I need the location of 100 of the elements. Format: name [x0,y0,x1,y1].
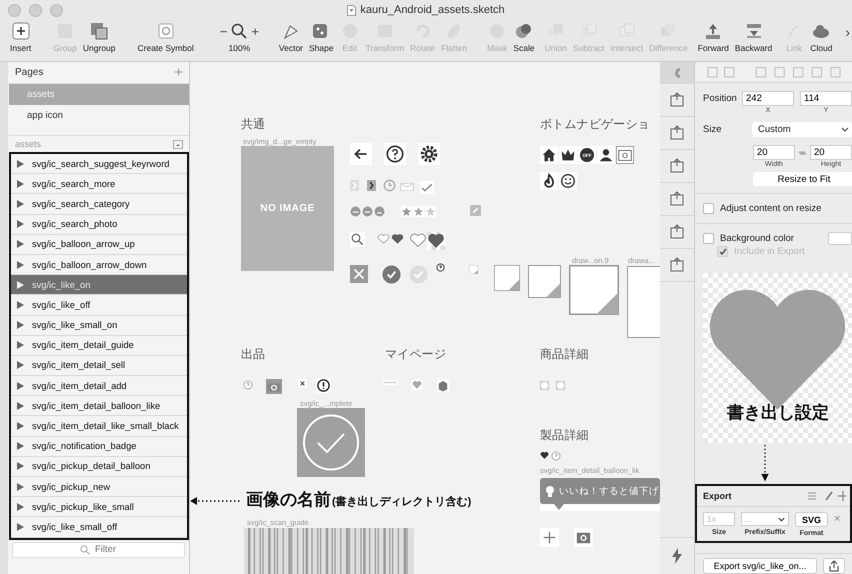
crown-icon [559,146,577,164]
section-heading: 製品詳細 [540,427,589,444]
pages-heading: Pages [15,67,44,78]
layer-name: svg/ic_like_on [32,280,90,290]
zoom-out-button[interactable]: − [220,24,228,38]
disclosure-triangle-icon[interactable] [17,160,24,168]
toolbar-button[interactable]: Vector [278,43,304,53]
layer-item[interactable]: svg/ic_like_small_off [11,517,187,538]
layer-item[interactable]: svg/ic_item_detail_add [11,376,187,396]
x-field[interactable]: 242 [742,91,794,106]
layer-name: svg/ic_pickup_like_small [32,502,134,512]
height-field[interactable]: 20 [810,145,852,160]
heart-icon [412,380,422,390]
export-options-icon[interactable] [806,490,846,502]
color-swatch[interactable] [828,232,852,245]
disclosure-triangle-icon[interactable] [17,382,24,390]
toolbar-button[interactable]: Insert [10,43,32,53]
y-field[interactable]: 114 [800,91,852,106]
layer-item[interactable]: svg/ic_pickup_new [11,477,187,498]
layer-item[interactable]: svg/ic_search_suggest_keyrword [11,154,187,174]
toolbar-button[interactable]: Backward [734,43,772,53]
layer-item[interactable]: svg/ic_balloon_arrow_up [11,234,187,255]
disclosure-triangle-icon[interactable] [17,260,24,269]
disclosure-triangle-icon[interactable] [17,522,24,531]
toolbar-button[interactable]: Cloud [810,43,832,53]
symbol-icon[interactable] [156,22,176,40]
ungroup-icon[interactable] [89,22,110,40]
disclosure-triangle-icon[interactable] [17,482,24,491]
window-title: kauru_Android_assets.sketch [360,4,505,16]
check-icon [420,181,434,194]
width-field[interactable]: 20 [753,145,795,160]
toolbar-button[interactable]: Forward [698,43,729,53]
export-icon[interactable] [669,92,685,108]
layer-item[interactable]: svg/ic_pickup_detail_balloon [11,456,187,477]
document-icon [347,4,356,16]
layer-item[interactable]: svg/ic_item_detail_like_small_black [11,416,187,437]
checkbox-label: Adjust content on resize [720,202,822,214]
layer-item[interactable]: svg/ic_item_detail_guide [11,336,187,356]
disclosure-triangle-icon[interactable] [17,442,24,450]
layer-item[interactable]: svg/ic_item_detail_balloon_like [11,396,187,416]
layer-item[interactable]: svg/ic_search_more [11,174,187,194]
plus-icon[interactable] [10,22,31,40]
cloud-icon[interactable] [811,22,832,40]
help-icon [436,263,445,272]
checkbox[interactable] [703,232,714,244]
camera-icon [616,146,634,164]
artboard [627,266,660,338]
dotted-arrow [760,444,770,482]
position-label: Position [703,92,738,104]
overflow-button[interactable]: › [845,24,850,40]
toolbar-button[interactable]: Scale [513,43,535,53]
zoom-in-button[interactable]: + [251,24,259,38]
disclosure-triangle-icon[interactable] [17,422,24,430]
export-button[interactable]: Export svg/ic_like_on... [703,558,817,574]
disclosure-triangle-icon[interactable] [17,502,24,511]
link-icon[interactable] [799,150,806,156]
scale-field[interactable]: 1x [703,512,735,526]
layer-item[interactable]: svg/ic_like_off [11,295,187,316]
help-icon [384,143,406,165]
camera-icon [266,379,282,394]
toolbar-button[interactable]: Shape [309,43,334,53]
disclosure-triangle-icon[interactable] [17,180,24,188]
disclosure-triangle-icon[interactable] [17,321,24,330]
layer-item[interactable]: svg/ic_notification_badge [11,436,187,457]
star-icon [413,206,424,217]
face-icon [350,206,361,217]
filter-field[interactable]: Filter [12,542,185,558]
layer-item[interactable]: svg/ic_search_category [11,194,187,215]
disclosure-triangle-icon[interactable] [17,280,24,289]
layer-item[interactable]: svg/ic_like_on [11,275,187,296]
toolbar-button[interactable]: Create Symbol [138,43,194,53]
disclosure-triangle-icon[interactable] [17,200,24,208]
layer-item[interactable]: svg/ic_search_photo [11,214,187,235]
layer-item[interactable]: svg/ic_pickup_like_small [11,497,187,518]
disclosure-triangle-icon[interactable] [17,341,24,350]
collapse-icon[interactable] [173,140,183,148]
heart-icon [391,233,404,245]
disclosure-triangle-icon[interactable] [17,220,24,228]
disclosure-triangle-icon[interactable] [17,300,24,309]
format-button[interactable]: SVG [795,512,828,528]
share-button[interactable] [823,558,845,574]
lightbulb-icon [545,485,555,497]
disclosure-triangle-icon[interactable] [17,240,24,248]
disclosure-triangle-icon[interactable] [17,361,24,370]
disclosure-triangle-icon[interactable] [17,402,24,410]
disclosure-triangle-icon[interactable] [17,462,24,470]
search-icon[interactable] [231,23,248,39]
heart-icon [427,232,445,250]
checkbox[interactable] [703,202,714,214]
page-item[interactable]: app icon [9,105,189,126]
face-icon [362,206,373,217]
size-dropdown[interactable]: Custom [752,122,852,138]
layer-item[interactable]: svg/ic_like_small_on [11,316,187,336]
resize-to-fit-button[interactable]: Resize to Fit [753,172,852,186]
layer-name: svg/ic_search_more [32,178,116,189]
toolbar-button[interactable]: Ungroup [82,43,116,53]
lightning-icon[interactable] [671,548,683,564]
section-heading: 出品 [241,346,266,363]
layer-item[interactable]: svg/ic_item_detail_sell [11,356,187,376]
chevron-down-icon [841,127,849,132]
